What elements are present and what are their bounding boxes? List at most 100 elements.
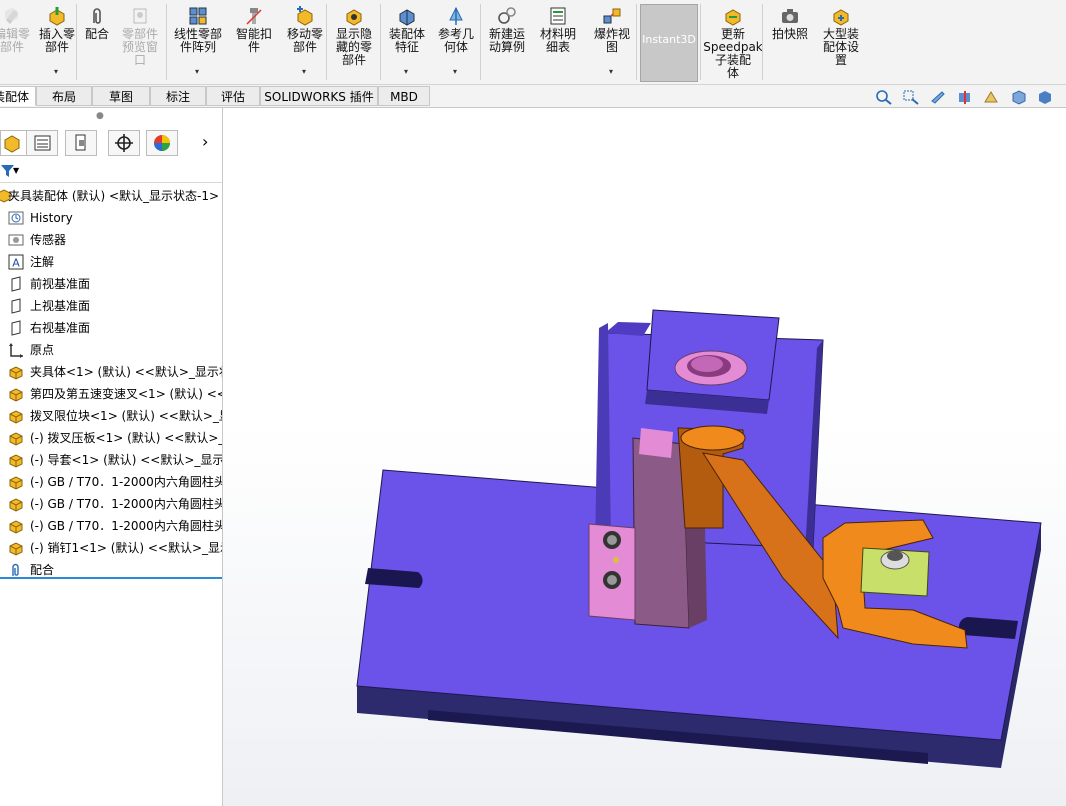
tree-item[interactable]: 上视基准面 xyxy=(0,295,222,317)
tree-item[interactable]: 前视基准面 xyxy=(0,273,222,295)
instant3d-button[interactable]: Instant3D xyxy=(640,4,698,82)
linear-pattern-label: 线性零部 件阵列 xyxy=(173,27,222,54)
exploded-view-button[interactable]: 爆炸视 图 ▾ xyxy=(588,0,636,84)
ribbon-separator xyxy=(326,4,327,80)
new-motion-button[interactable]: 新建运 动算例 xyxy=(484,0,530,84)
tree-item-label: 注解 xyxy=(30,255,55,269)
bom-label: 材料明 细表 xyxy=(539,27,576,54)
edit-part-button[interactable]: 编辑零 部件 xyxy=(0,0,34,84)
ribbon-separator xyxy=(700,4,701,80)
part-icon xyxy=(8,386,24,402)
previous-view-icon[interactable] xyxy=(929,89,947,105)
zoom-to-area-icon[interactable] xyxy=(902,89,920,105)
tree-item[interactable]: 传感器 xyxy=(0,229,222,251)
tab-6[interactable]: MBD xyxy=(378,86,430,106)
ribbon-separator xyxy=(166,4,167,80)
tab-4[interactable]: 评估 xyxy=(206,86,260,106)
fixture-assembly-model[interactable] xyxy=(223,108,1066,806)
tree-item[interactable]: (-) 导套<1> (默认) <<默认>_显示 xyxy=(0,449,222,471)
update-speedpak-button[interactable]: 更新 Speedpak 子装配 体 xyxy=(702,0,764,84)
rollback-bar[interactable] xyxy=(0,577,222,579)
dynamic-annotation-icon[interactable] xyxy=(982,89,1000,105)
mate-button[interactable]: 配合 xyxy=(80,0,114,84)
ribbon-separator xyxy=(76,4,77,80)
new-motion-label: 新建运 动算例 xyxy=(488,27,525,54)
configuration-manager-icon xyxy=(75,134,86,151)
tree-item[interactable]: 第四及第五速变速叉<1> (默认) << xyxy=(0,383,222,405)
tab-2[interactable]: 草图 xyxy=(92,86,150,106)
tab-3[interactable]: 标注 xyxy=(150,86,206,106)
graphics-area[interactable] xyxy=(223,108,1066,806)
chevron-down-icon[interactable]: ▾ xyxy=(195,65,199,78)
tree-item-label: (-) GB / T70．1-2000内六角圆柱头 xyxy=(30,519,222,533)
chevron-down-icon[interactable]: ▾ xyxy=(302,65,306,78)
tree-root-assembly[interactable]: 夹具装配体 (默认) <默认_显示状态-1> xyxy=(0,185,222,207)
tree-item[interactable]: 右视基准面 xyxy=(0,317,222,339)
panel-grip-icon[interactable]: ● xyxy=(96,111,104,121)
view-orientation-icon[interactable] xyxy=(1009,89,1027,105)
chevron-down-icon[interactable]: ▾ xyxy=(54,65,58,78)
clamp-press-plate[interactable] xyxy=(645,309,780,414)
history-icon xyxy=(8,210,24,226)
part-preview-label: 零部件 预览窗 口 xyxy=(121,27,158,67)
tree-item-label: History xyxy=(30,211,73,225)
tree-item[interactable]: (-) 销钉1<1> (默认) <<默认>_显示 xyxy=(0,537,222,559)
part-icon xyxy=(8,474,24,490)
show-hidden-button[interactable]: 显示隐 藏的零 部件 xyxy=(330,0,378,84)
chevron-down-icon[interactable]: ▾ xyxy=(609,65,613,78)
preview-window-icon xyxy=(130,6,150,26)
tree-item[interactable]: (-) GB / T70．1-2000内六角圆柱头 xyxy=(0,493,222,515)
part-icon xyxy=(8,408,24,424)
zoom-to-fit-icon[interactable] xyxy=(875,89,893,105)
section-view-icon[interactable] xyxy=(956,89,974,105)
assembly-feature-button[interactable]: 装配体 特征 ▾ xyxy=(384,0,430,84)
tab-property-manager[interactable] xyxy=(26,130,58,156)
large-assembly-button[interactable]: 大型装 配体设 置 xyxy=(816,0,866,84)
move-component-icon xyxy=(295,6,315,26)
bom-button[interactable]: 材料明 细表 xyxy=(532,0,584,84)
tree-item-label: 右视基准面 xyxy=(30,321,91,335)
show-hidden-icon xyxy=(344,6,364,26)
smart-fasteners-button[interactable]: 智能扣 件 xyxy=(228,0,280,84)
large-assembly-icon xyxy=(831,6,851,26)
tab-5[interactable]: SOLIDWORKS 插件 xyxy=(260,86,378,106)
sensor-icon xyxy=(8,232,24,248)
update-speedpak-label: 更新 Speedpak 子装配 体 xyxy=(703,27,763,80)
paperclip-mate-icon xyxy=(87,6,107,26)
chevron-down-icon[interactable]: ▾ xyxy=(404,65,408,78)
tab-display-manager[interactable] xyxy=(146,130,178,156)
tree-item[interactable]: (-) 拨叉压板<1> (默认) <<默认>_ xyxy=(0,427,222,449)
tree-item[interactable]: 原点 xyxy=(0,339,222,361)
display-style-icon[interactable] xyxy=(1036,89,1054,105)
part-icon xyxy=(8,518,24,534)
snapshot-button[interactable]: 拍快照 xyxy=(766,0,814,84)
part-preview-button[interactable]: 零部件 预览窗 口 xyxy=(114,0,166,84)
ribbon-separator xyxy=(480,4,481,80)
tab-1[interactable]: 布局 xyxy=(36,86,92,106)
tab-0[interactable]: 装配体 xyxy=(0,86,36,106)
move-component-button[interactable]: 移动零 部件 ▾ xyxy=(280,0,330,84)
tab-configuration-manager[interactable] xyxy=(65,130,97,156)
tree-item[interactable]: 夹具体<1> (默认) <<默认>_显示状 xyxy=(0,361,222,383)
edit-component-icon xyxy=(2,6,22,26)
tree-item[interactable]: History xyxy=(0,207,222,229)
tree-item-label: 传感器 xyxy=(30,233,67,247)
tree-item-label: 上视基准面 xyxy=(30,299,91,313)
linear-pattern-button[interactable]: 线性零部 件阵列 ▾ xyxy=(168,0,228,84)
camera-icon xyxy=(780,6,800,26)
tab-dimxpert[interactable] xyxy=(108,130,140,156)
insert-part-button[interactable]: 插入零 部件 ▾ xyxy=(34,0,80,84)
tree-item[interactable]: (-) GB / T70．1-2000内六角圆柱头 xyxy=(0,471,222,493)
tree-item[interactable]: A 注解 xyxy=(0,251,222,273)
large-assembly-label: 大型装 配体设 置 xyxy=(822,27,859,67)
chevron-right-icon[interactable]: › xyxy=(202,132,208,151)
mates-icon xyxy=(8,562,24,578)
filter-dropdown-icon[interactable]: ▼ xyxy=(13,166,19,175)
smart-fasteners-label: 智能扣 件 xyxy=(235,27,272,54)
tree-item-label: 夹具体<1> (默认) <<默认>_显示状 xyxy=(30,365,222,379)
tree-item[interactable]: 拨叉限位块<1> (默认) <<默认>_显 xyxy=(0,405,222,427)
reference-geometry-button[interactable]: 参考几 何体 ▾ xyxy=(432,0,480,84)
command-manager-ribbon: 编辑零 部件插入零 部件 ▾ 配合零部件 预览窗 口线性零部 件阵列 ▾ 智能扣 件移动… xyxy=(0,0,1066,85)
tree-item[interactable]: (-) GB / T70．1-2000内六角圆柱头 xyxy=(0,515,222,537)
chevron-down-icon[interactable]: ▾ xyxy=(453,65,457,78)
